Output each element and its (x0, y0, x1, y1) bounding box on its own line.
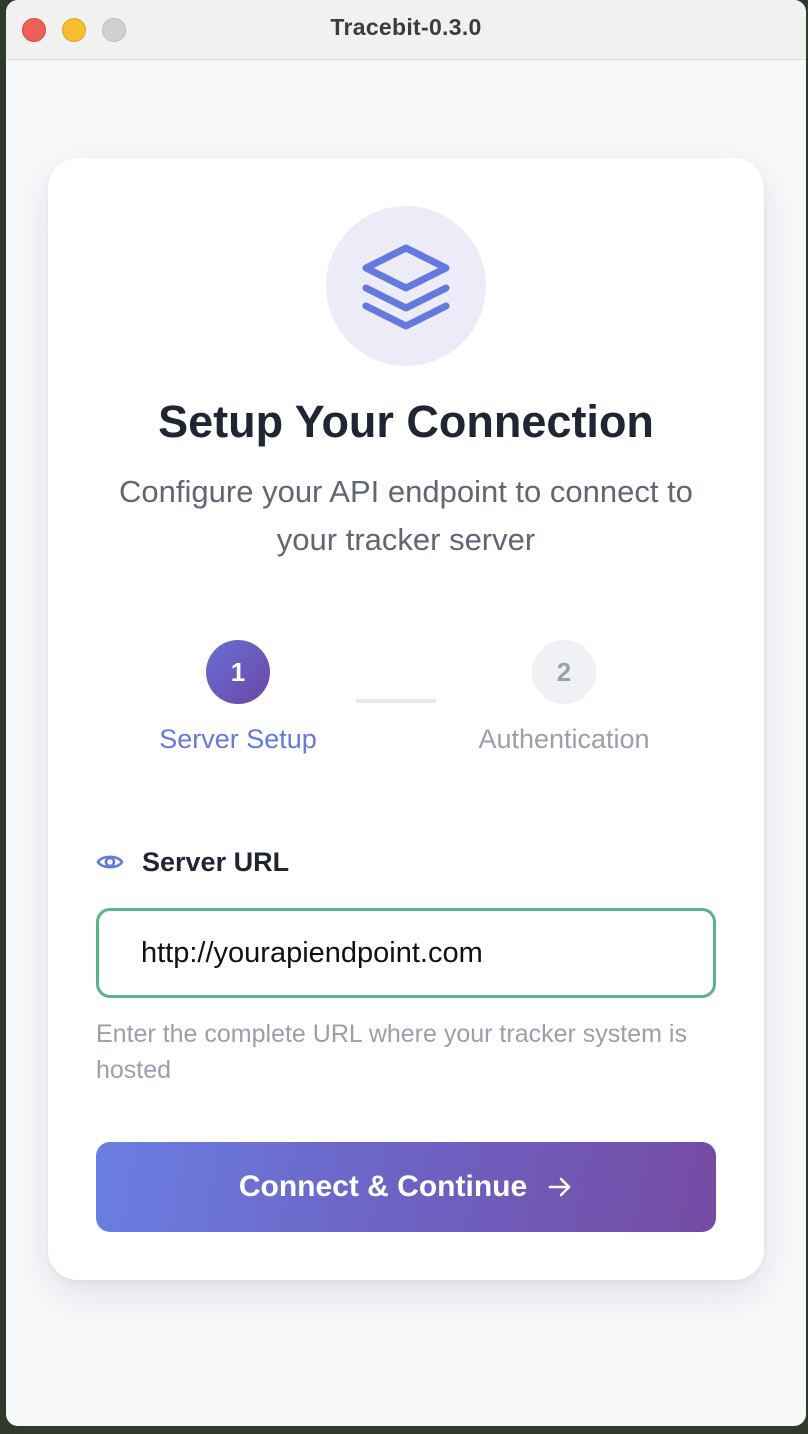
eye-icon (96, 855, 124, 869)
title-bar: Tracebit-0.3.0 (6, 0, 806, 60)
layers-icon (362, 244, 450, 330)
step-number: 1 (206, 640, 270, 704)
page-subtitle: Configure your API endpoint to connect t… (119, 474, 693, 557)
step-label: Server Setup (159, 724, 317, 754)
connect-continue-button[interactable]: Connect & Continue (96, 1142, 716, 1232)
step-number: 2 (532, 640, 596, 704)
page-title: Setup Your Connection (158, 396, 654, 447)
server-url-input[interactable] (96, 908, 716, 998)
setup-card: Setup Your Connection Configure your API… (48, 158, 764, 1280)
step-connector (356, 699, 436, 703)
logo-badge (326, 206, 486, 366)
step-server-setup: 1 Server Setup (128, 640, 348, 755)
button-label: Connect & Continue (238, 1170, 528, 1203)
arrow-right-icon (548, 1177, 571, 1197)
helper-text: Enter the complete URL where your tracke… (96, 1020, 687, 1084)
step-label: Authentication (478, 724, 650, 754)
field-label-text: Server URL (142, 846, 290, 877)
app-window: Tracebit-0.3.0 Setup Your Connection Con… (6, 0, 806, 1426)
server-url-label: Server URL (96, 844, 289, 880)
window-title: Tracebit-0.3.0 (330, 14, 482, 40)
step-authentication: 2 Authentication (454, 640, 674, 755)
